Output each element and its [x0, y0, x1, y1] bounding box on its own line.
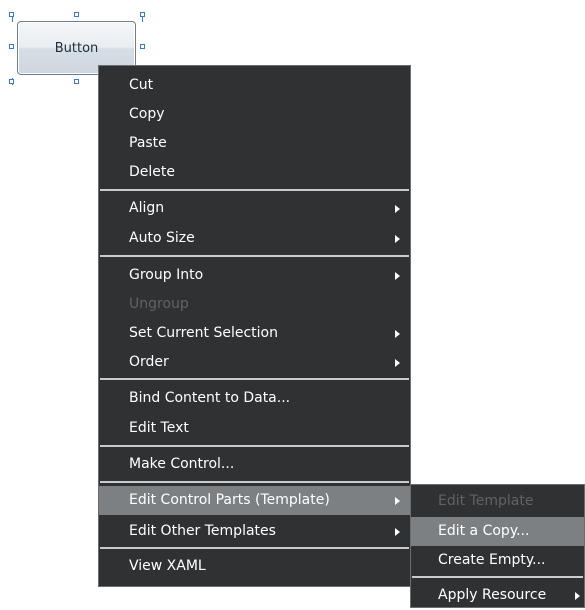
menu-item-bind-content-to-data[interactable]: Bind Content to Data...	[99, 384, 410, 413]
resize-handle-bottom-left[interactable]	[9, 79, 14, 84]
resize-handle-top-left[interactable]	[9, 12, 14, 17]
menu-separator	[100, 255, 409, 257]
menu-item-label: Auto Size	[129, 230, 195, 246]
resize-handle-bottom[interactable]	[74, 79, 79, 84]
menu-item-label: Group Into	[129, 267, 204, 283]
submenu-arrow-icon	[575, 592, 580, 600]
menu-item-ungroup: Ungroup	[99, 290, 410, 319]
menu-separator	[100, 547, 409, 549]
menu-item-label: Edit Template	[438, 493, 534, 509]
menu-item-order[interactable]: Order	[99, 348, 410, 377]
menu-item-label: Edit Other Templates	[129, 523, 276, 539]
menu-separator	[100, 189, 409, 191]
menu-item-label: Paste	[129, 135, 167, 151]
menu-item-make-control[interactable]: Make Control...	[99, 450, 410, 479]
submenu-item-edit-a-copy[interactable]: Edit a Copy...	[411, 517, 584, 546]
resize-handle-top[interactable]	[74, 12, 79, 17]
submenu-arrow-icon	[395, 272, 400, 280]
context-menu: Cut Copy Paste Delete Align Auto Size Gr…	[98, 65, 411, 587]
menu-item-label: Set Current Selection	[129, 325, 278, 341]
menu-item-label: Cut	[129, 77, 154, 93]
menu-item-cut[interactable]: Cut	[99, 71, 410, 100]
menu-item-group-into[interactable]: Group Into	[99, 261, 410, 290]
menu-item-label: Make Control...	[129, 456, 235, 472]
submenu-arrow-icon	[395, 330, 400, 338]
menu-item-copy[interactable]: Copy	[99, 100, 410, 129]
submenu-arrow-icon	[395, 235, 400, 243]
resize-handle-right[interactable]	[140, 44, 145, 49]
menu-item-label: Edit Control Parts (Template)	[129, 492, 330, 508]
menu-item-auto-size[interactable]: Auto Size	[99, 224, 410, 253]
menu-separator	[100, 445, 409, 447]
menu-item-paste[interactable]: Paste	[99, 129, 410, 158]
resize-handle-left[interactable]	[9, 44, 14, 49]
submenu-arrow-icon	[395, 205, 400, 213]
menu-item-delete[interactable]: Delete	[99, 158, 410, 187]
edit-control-parts-submenu: Edit Template Edit a Copy... Create Empt…	[410, 484, 585, 608]
menu-item-edit-other-templates[interactable]: Edit Other Templates	[99, 517, 410, 546]
submenu-arrow-icon	[395, 528, 400, 536]
submenu-item-create-empty[interactable]: Create Empty...	[411, 546, 584, 575]
design-button-label: Button	[54, 40, 99, 56]
menu-item-edit-text[interactable]: Edit Text	[99, 414, 410, 443]
menu-item-label: Ungroup	[129, 296, 189, 312]
menu-item-label: Apply Resource	[438, 587, 547, 603]
menu-item-label: Align	[129, 200, 165, 216]
menu-item-label: Bind Content to Data...	[129, 390, 291, 406]
menu-item-label: View XAML	[129, 558, 206, 574]
submenu-item-apply-resource[interactable]: Apply Resource	[411, 581, 584, 610]
submenu-item-edit-template: Edit Template	[411, 487, 584, 516]
menu-item-align[interactable]: Align	[99, 194, 410, 223]
resize-handle-top-right[interactable]	[140, 12, 145, 17]
submenu-arrow-icon	[395, 359, 400, 367]
menu-separator	[100, 378, 409, 380]
submenu-arrow-icon	[395, 497, 400, 505]
menu-item-set-current-selection[interactable]: Set Current Selection	[99, 319, 410, 348]
menu-separator	[100, 481, 409, 483]
menu-separator	[412, 576, 583, 578]
menu-item-label: Copy	[129, 106, 165, 122]
menu-item-label: Edit a Copy...	[438, 523, 530, 539]
menu-item-label: Create Empty...	[438, 552, 546, 568]
menu-item-edit-control-parts[interactable]: Edit Control Parts (Template)	[99, 486, 410, 515]
menu-item-label: Order	[129, 354, 169, 370]
menu-item-label: Edit Text	[129, 420, 189, 436]
menu-item-label: Delete	[129, 164, 175, 180]
menu-item-view-xaml[interactable]: View XAML	[99, 552, 410, 581]
